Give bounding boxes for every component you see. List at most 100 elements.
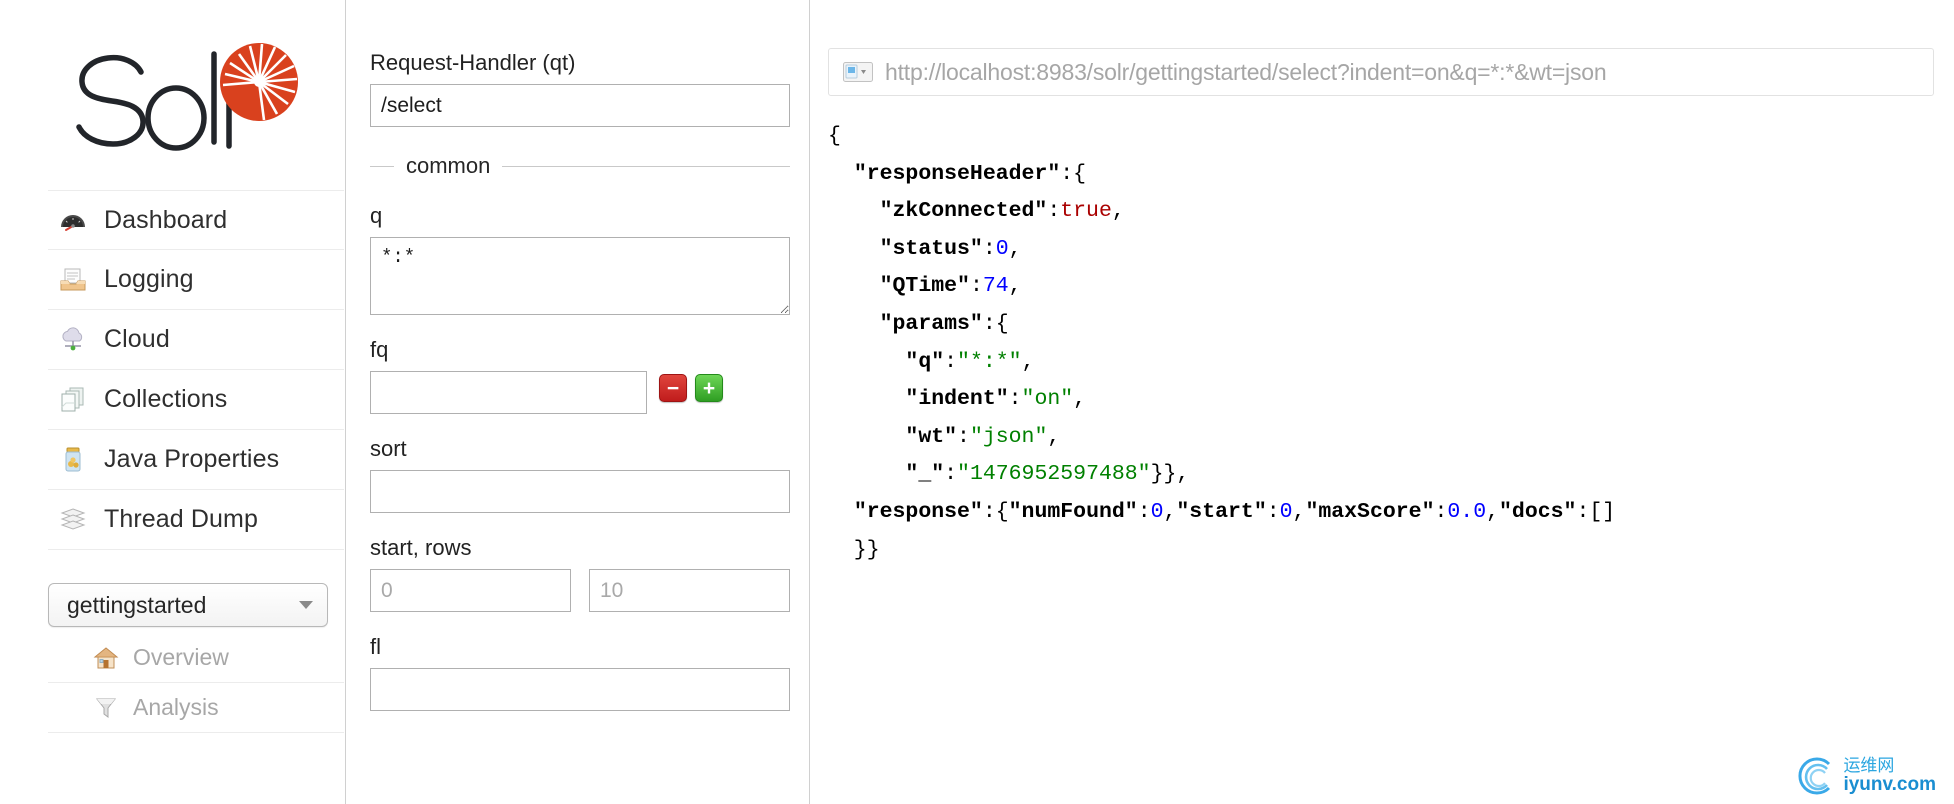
common-fieldset-legend: common xyxy=(370,153,790,179)
json-token: , xyxy=(1047,424,1061,449)
sidebar: Dashboard Logging Cloud Collections Java… xyxy=(0,0,345,804)
sidebar-item-logging[interactable]: Logging xyxy=(48,250,344,310)
json-line: "responseHeader":{ xyxy=(828,156,1954,194)
json-line: "QTime":74, xyxy=(828,268,1954,306)
start-rows-field: start, rows xyxy=(370,535,791,612)
json-token: "response" xyxy=(853,499,983,524)
request-handler-field: Request-Handler (qt) xyxy=(370,50,791,127)
sort-input[interactable] xyxy=(370,470,790,513)
json-token: "on" xyxy=(1021,387,1074,412)
watermark-en: iyunv.com xyxy=(1843,773,1936,795)
json-token: : xyxy=(1434,499,1448,524)
json-token: , xyxy=(1486,499,1500,524)
rows-input[interactable] xyxy=(589,569,790,612)
start-input[interactable] xyxy=(370,569,571,612)
fq-label: fq xyxy=(370,337,389,362)
q-field: q *:* xyxy=(370,203,791,315)
json-line: "params":{ xyxy=(828,306,1954,344)
json-token: "numFound" xyxy=(1008,499,1138,524)
legend-line xyxy=(502,165,790,167)
json-line: "indent":"on", xyxy=(828,381,1954,419)
json-token: 74 xyxy=(982,274,1009,299)
json-token: , xyxy=(1111,199,1125,224)
json-token: "start" xyxy=(1176,499,1267,524)
fl-input[interactable] xyxy=(370,668,790,711)
json-token: "q" xyxy=(905,349,945,374)
json-token: 0 xyxy=(1279,499,1293,524)
json-token: : xyxy=(957,424,970,449)
sidebar-item-label: Overview xyxy=(133,644,229,670)
sidebar-item-dashboard[interactable]: Dashboard xyxy=(48,190,344,250)
json-token: , xyxy=(1008,236,1022,261)
json-token: "_" xyxy=(905,462,945,487)
dashboard-gauge-icon xyxy=(58,205,88,235)
add-fq-button[interactable]: + xyxy=(695,374,723,402)
home-icon xyxy=(93,645,119,671)
q-input[interactable]: *:* xyxy=(370,237,790,315)
json-line: { xyxy=(828,118,1954,156)
request-handler-input[interactable] xyxy=(370,84,790,127)
json-token: : xyxy=(982,236,996,261)
solr-sunburst-icon xyxy=(220,43,298,121)
json-line: "q":"*:*", xyxy=(828,344,1954,382)
sidebar-item-overview[interactable]: Overview xyxy=(48,633,344,683)
sidebar-item-thread-dump[interactable]: Thread Dump xyxy=(48,490,344,550)
json-line: "wt":"json", xyxy=(828,419,1954,457)
sort-field: sort xyxy=(370,436,791,513)
json-token: "docs" xyxy=(1499,499,1577,524)
fq-input[interactable] xyxy=(370,371,647,414)
remove-fq-button[interactable]: − xyxy=(659,374,687,402)
fq-buttons: − + xyxy=(659,374,731,402)
json-token: "json" xyxy=(969,424,1048,449)
json-token: , xyxy=(1008,274,1022,299)
json-token: "1476952597488" xyxy=(957,462,1151,487)
json-token: 0 xyxy=(995,236,1009,261)
collection-selector[interactable]: gettingstarted xyxy=(48,583,328,627)
plus-icon: + xyxy=(702,376,716,400)
json-token: true xyxy=(1060,199,1112,224)
sidebar-item-label: Collections xyxy=(104,385,228,413)
fl-label: fl xyxy=(370,634,381,659)
fq-field: fq − + xyxy=(370,337,791,414)
sort-label: sort xyxy=(370,436,407,461)
json-token: "status" xyxy=(879,236,983,261)
response-url-bar[interactable]: http://localhost:8983/solr/gettingstarte… xyxy=(828,48,1934,96)
json-token: "indent" xyxy=(905,387,1009,412)
json-token: , xyxy=(1163,499,1177,524)
json-token: { xyxy=(828,124,841,148)
json-token: : xyxy=(1008,387,1022,412)
q-label: q xyxy=(370,203,383,228)
sidebar-item-cloud[interactable]: Cloud xyxy=(48,310,344,370)
main-nav: Dashboard Logging Cloud Collections Java… xyxy=(48,190,344,550)
watermark-text: 运维网 iyunv.com xyxy=(1843,756,1936,795)
url-dropdown-icon[interactable] xyxy=(843,61,873,83)
json-token: "zkConnected" xyxy=(879,199,1048,224)
json-token: : xyxy=(944,462,958,487)
sidebar-item-label: Dashboard xyxy=(104,205,228,234)
solr-logo[interactable] xyxy=(48,30,303,170)
chevron-down-icon xyxy=(299,601,313,609)
funnel-icon xyxy=(93,695,119,721)
watermark-swirl-icon xyxy=(1798,757,1831,795)
json-token: : xyxy=(1266,499,1280,524)
sidebar-item-analysis[interactable]: Analysis xyxy=(48,683,344,733)
json-token: 0 xyxy=(1150,499,1164,524)
collections-pages-icon xyxy=(58,385,88,415)
watermark: 运维网 iyunv.com xyxy=(1795,752,1936,798)
logging-tray-icon xyxy=(58,265,88,295)
collection-nav: Overview Analysis xyxy=(48,633,344,733)
fl-field: fl xyxy=(370,634,791,711)
sidebar-item-collections[interactable]: Collections xyxy=(48,370,344,430)
json-token: }}, xyxy=(1150,462,1190,487)
sidebar-item-java-properties[interactable]: Java Properties xyxy=(48,430,344,490)
thread-dump-stack-icon xyxy=(58,505,88,535)
json-token: :[] xyxy=(1576,499,1616,524)
solr-logo-svg xyxy=(76,43,298,151)
